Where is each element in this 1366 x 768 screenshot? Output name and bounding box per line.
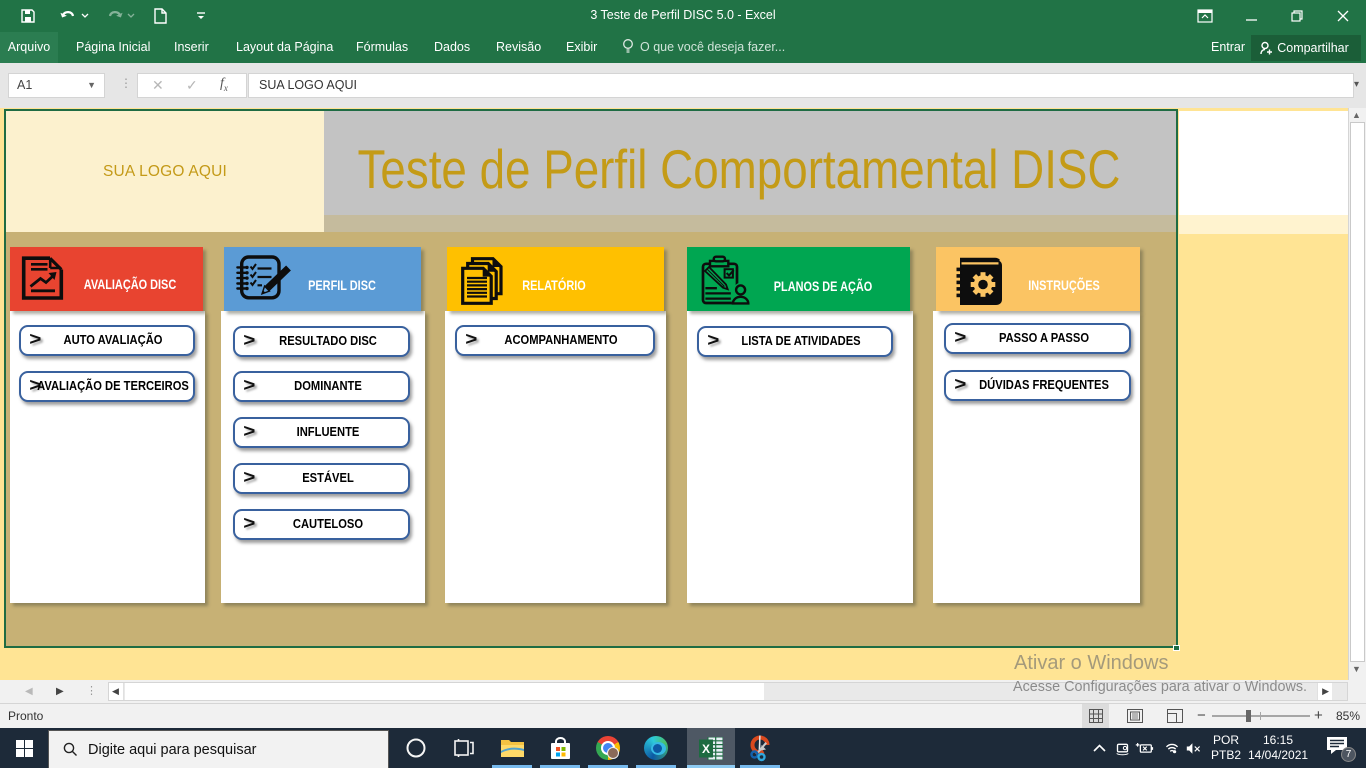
svg-text:X: X: [702, 742, 710, 756]
